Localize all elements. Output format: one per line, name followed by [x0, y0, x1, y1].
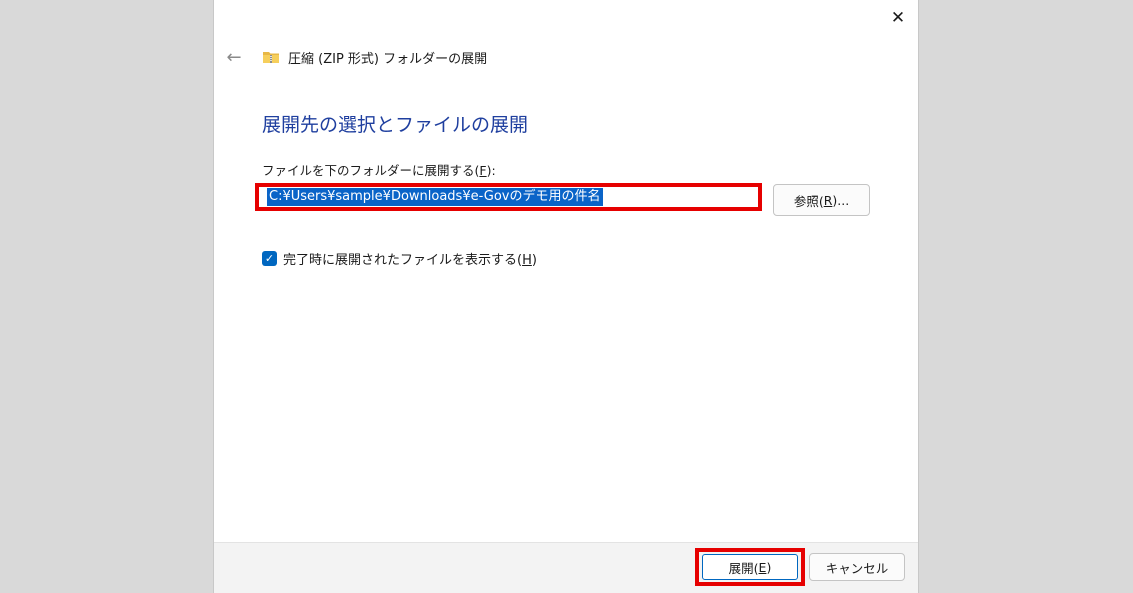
extract-button-highlight: 展開(E)	[695, 548, 805, 586]
close-button[interactable]: ✕	[884, 4, 912, 32]
show-files-label: 完了時に展開されたファイルを表示する(H)	[283, 252, 537, 268]
back-button[interactable]: ←	[224, 46, 244, 68]
dialog-titlebar: 圧縮 (ZIP 形式) フォルダーの展開	[262, 47, 487, 67]
close-icon: ✕	[890, 8, 906, 28]
browse-button[interactable]: 参照(R)...	[773, 184, 870, 216]
extract-dialog: ✕ ← 圧縮 (ZIP 形式) フォルダーの展開 展開先の選択とファイルの展開 …	[213, 0, 919, 593]
zip-folder-icon	[263, 52, 279, 63]
destination-path-input[interactable]: C:¥Users¥sample¥Downloads¥e-Govのデモ用の件名	[255, 183, 762, 211]
extract-button[interactable]: 展開(E)	[702, 554, 798, 580]
show-files-checkbox[interactable]: ✓	[262, 250, 277, 266]
destination-path-value: C:¥Users¥sample¥Downloads¥e-Govのデモ用の件名	[267, 188, 603, 206]
back-arrow-icon: ←	[226, 46, 242, 68]
dialog-footer: 展開(E) キャンセル	[214, 542, 918, 593]
dialog-title: 圧縮 (ZIP 形式) フォルダーの展開	[288, 51, 488, 67]
cancel-button[interactable]: キャンセル	[809, 553, 905, 581]
checkmark-icon: ✓	[264, 251, 275, 265]
show-files-option[interactable]: ✓ 完了時に展開されたファイルを表示する(H)	[262, 249, 537, 268]
destination-label: ファイルを下のフォルダーに展開する(F):	[262, 163, 496, 178]
page-heading: 展開先の選択とファイルの展開	[262, 114, 529, 136]
